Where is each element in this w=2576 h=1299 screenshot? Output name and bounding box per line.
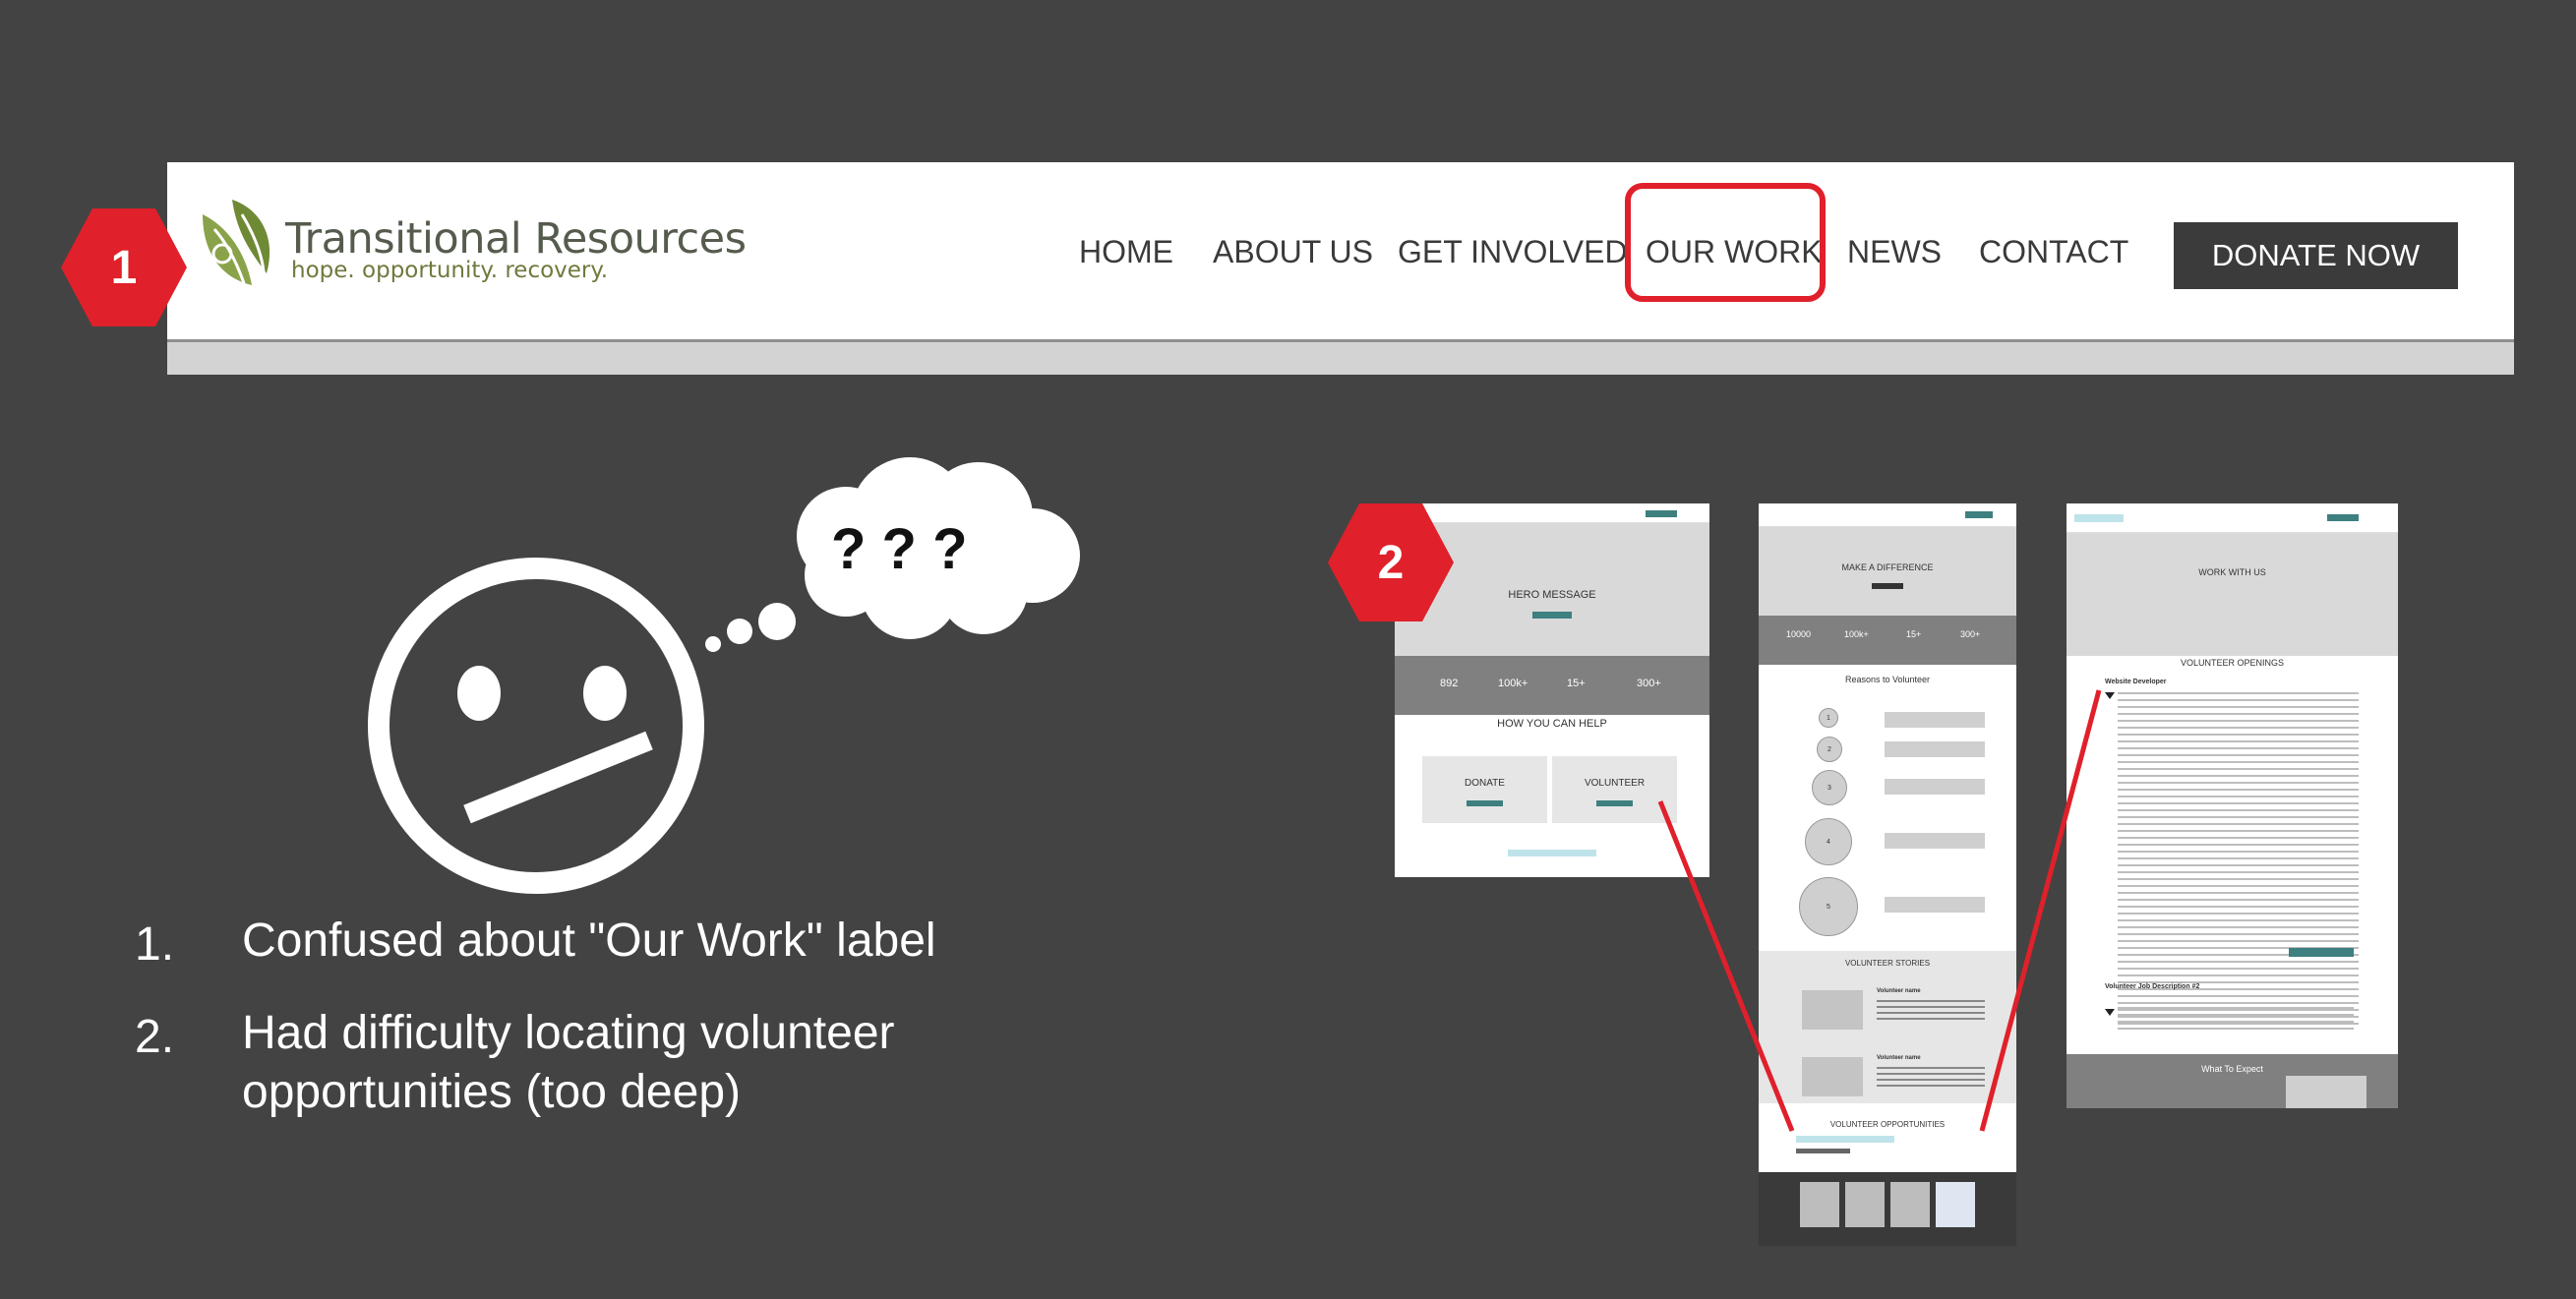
connector-lines — [1657, 689, 2102, 1132]
connector-line — [1979, 689, 2102, 1132]
connector-line — [1657, 800, 1795, 1132]
